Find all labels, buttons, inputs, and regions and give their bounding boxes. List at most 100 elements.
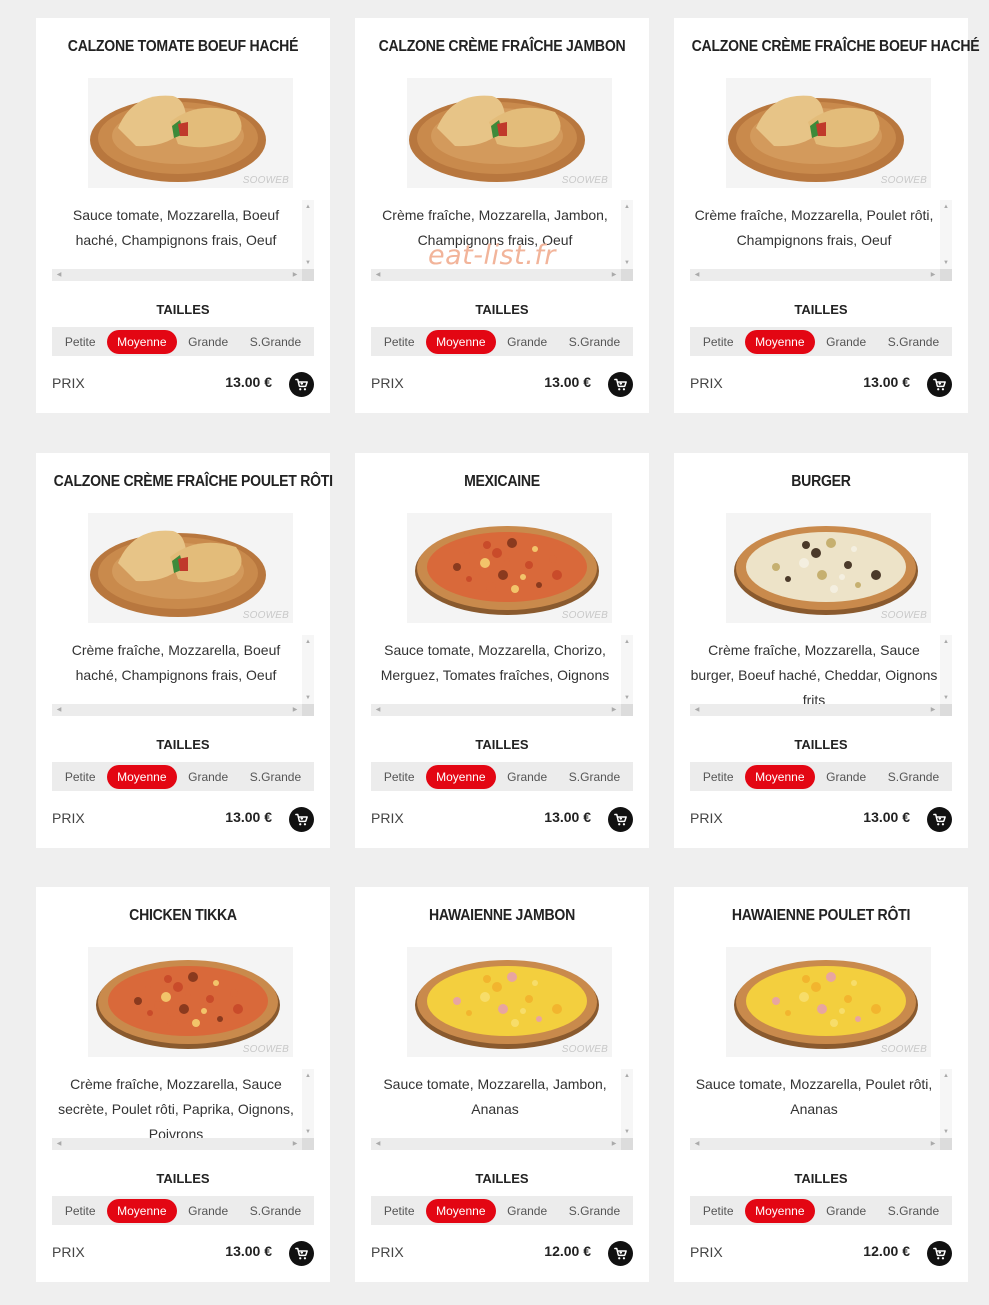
scroll-left-icon[interactable]: ◀ — [373, 704, 383, 716]
vertical-scrollbar[interactable]: ▲ ▼ — [621, 1069, 633, 1139]
scroll-right-icon[interactable]: ▶ — [609, 269, 619, 281]
scroll-down-icon[interactable]: ▼ — [621, 693, 633, 703]
size-option-moyenne[interactable]: Moyenne — [745, 1198, 815, 1223]
size-option-petite[interactable]: Petite — [55, 330, 106, 354]
scroll-down-icon[interactable]: ▼ — [940, 693, 952, 703]
size-option-grande[interactable]: Grande — [497, 765, 557, 789]
scroll-left-icon[interactable]: ◀ — [54, 704, 64, 716]
add-to-cart-button[interactable] — [608, 1241, 633, 1266]
scroll-down-icon[interactable]: ▼ — [621, 258, 633, 268]
scroll-left-icon[interactable]: ◀ — [373, 1138, 383, 1150]
vertical-scrollbar[interactable]: ▲ ▼ — [302, 635, 314, 705]
scroll-up-icon[interactable]: ▲ — [621, 1071, 633, 1081]
add-to-cart-button[interactable] — [608, 372, 633, 397]
vertical-scrollbar[interactable]: ▲ ▼ — [940, 635, 952, 705]
size-option-moyenne[interactable]: Moyenne — [426, 764, 496, 789]
description-box[interactable]: Crème fraîche, Mozzarella, Boeuf haché, … — [52, 635, 314, 717]
vertical-scrollbar[interactable]: ▲ ▼ — [302, 1069, 314, 1139]
size-option-moyenne[interactable]: Moyenne — [426, 1198, 496, 1223]
scroll-down-icon[interactable]: ▼ — [302, 1127, 314, 1137]
size-option-grande[interactable]: Grande — [816, 765, 876, 789]
size-option-petite[interactable]: Petite — [55, 765, 106, 789]
add-to-cart-button[interactable] — [927, 372, 952, 397]
scroll-left-icon[interactable]: ◀ — [692, 704, 702, 716]
add-to-cart-button[interactable] — [289, 807, 314, 832]
size-option-sgrande[interactable]: S.Grande — [559, 765, 630, 789]
scroll-up-icon[interactable]: ▲ — [621, 202, 633, 212]
scroll-up-icon[interactable]: ▲ — [940, 202, 952, 212]
add-to-cart-button[interactable] — [927, 1241, 952, 1266]
add-to-cart-button[interactable] — [608, 807, 633, 832]
size-option-petite[interactable]: Petite — [693, 1199, 744, 1223]
add-to-cart-button[interactable] — [289, 1241, 314, 1266]
size-option-moyenne[interactable]: Moyenne — [107, 1198, 177, 1223]
horizontal-scrollbar[interactable]: ◀ ▶ — [371, 1138, 621, 1150]
description-box[interactable]: Sauce tomate, Mozzarella, Boeuf haché, C… — [52, 200, 314, 282]
description-box[interactable]: Sauce tomate, Mozzarella, Chorizo, Mergu… — [371, 635, 633, 717]
size-option-petite[interactable]: Petite — [693, 765, 744, 789]
size-option-grande[interactable]: Grande — [178, 330, 238, 354]
size-option-petite[interactable]: Petite — [374, 765, 425, 789]
size-option-petite[interactable]: Petite — [374, 330, 425, 354]
scroll-up-icon[interactable]: ▲ — [302, 202, 314, 212]
size-option-sgrande[interactable]: S.Grande — [240, 765, 311, 789]
scroll-right-icon[interactable]: ▶ — [928, 269, 938, 281]
scroll-right-icon[interactable]: ▶ — [928, 704, 938, 716]
scroll-right-icon[interactable]: ▶ — [609, 1138, 619, 1150]
vertical-scrollbar[interactable]: ▲ ▼ — [940, 1069, 952, 1139]
scroll-up-icon[interactable]: ▲ — [302, 637, 314, 647]
scroll-down-icon[interactable]: ▼ — [302, 258, 314, 268]
size-option-moyenne[interactable]: Moyenne — [107, 764, 177, 789]
scroll-down-icon[interactable]: ▼ — [940, 1127, 952, 1137]
scroll-left-icon[interactable]: ◀ — [692, 1138, 702, 1150]
size-option-moyenne[interactable]: Moyenne — [745, 764, 815, 789]
vertical-scrollbar[interactable]: ▲ ▼ — [621, 635, 633, 705]
scroll-left-icon[interactable]: ◀ — [373, 269, 383, 281]
scroll-up-icon[interactable]: ▲ — [621, 637, 633, 647]
description-box[interactable]: Crème fraîche, Mozzarella, Sauce secrète… — [52, 1069, 314, 1151]
scroll-left-icon[interactable]: ◀ — [54, 269, 64, 281]
size-option-sgrande[interactable]: S.Grande — [240, 330, 311, 354]
size-option-grande[interactable]: Grande — [178, 765, 238, 789]
size-option-petite[interactable]: Petite — [693, 330, 744, 354]
size-option-moyenne[interactable]: Moyenne — [426, 329, 496, 354]
size-option-grande[interactable]: Grande — [497, 1199, 557, 1223]
description-box[interactable]: Crème fraîche, Mozzarella, Poulet rôti, … — [690, 200, 952, 282]
horizontal-scrollbar[interactable]: ◀ ▶ — [52, 1138, 302, 1150]
horizontal-scrollbar[interactable]: ◀ ▶ — [52, 704, 302, 716]
size-option-petite[interactable]: Petite — [55, 1199, 106, 1223]
size-option-moyenne[interactable]: Moyenne — [745, 329, 815, 354]
size-option-sgrande[interactable]: S.Grande — [559, 330, 630, 354]
vertical-scrollbar[interactable]: ▲ ▼ — [302, 200, 314, 270]
scroll-right-icon[interactable]: ▶ — [290, 269, 300, 281]
vertical-scrollbar[interactable]: ▲ ▼ — [940, 200, 952, 270]
scroll-up-icon[interactable]: ▲ — [940, 637, 952, 647]
scroll-down-icon[interactable]: ▼ — [940, 258, 952, 268]
vertical-scrollbar[interactable]: ▲ ▼ — [621, 200, 633, 270]
size-option-sgrande[interactable]: S.Grande — [240, 1199, 311, 1223]
scroll-right-icon[interactable]: ▶ — [609, 704, 619, 716]
size-option-grande[interactable]: Grande — [816, 1199, 876, 1223]
scroll-down-icon[interactable]: ▼ — [302, 693, 314, 703]
scroll-right-icon[interactable]: ▶ — [290, 704, 300, 716]
size-option-sgrande[interactable]: S.Grande — [878, 1199, 949, 1223]
size-option-sgrande[interactable]: S.Grande — [559, 1199, 630, 1223]
size-option-grande[interactable]: Grande — [497, 330, 557, 354]
horizontal-scrollbar[interactable]: ◀ ▶ — [52, 269, 302, 281]
size-option-grande[interactable]: Grande — [816, 330, 876, 354]
add-to-cart-button[interactable] — [289, 372, 314, 397]
horizontal-scrollbar[interactable]: ◀ ▶ — [690, 269, 940, 281]
add-to-cart-button[interactable] — [927, 807, 952, 832]
horizontal-scrollbar[interactable]: ◀ ▶ — [371, 704, 621, 716]
scroll-right-icon[interactable]: ▶ — [290, 1138, 300, 1150]
size-option-sgrande[interactable]: S.Grande — [878, 765, 949, 789]
scroll-left-icon[interactable]: ◀ — [54, 1138, 64, 1150]
scroll-up-icon[interactable]: ▲ — [940, 1071, 952, 1081]
description-box[interactable]: Sauce tomate, Mozzarella, Poulet rôti, A… — [690, 1069, 952, 1151]
scroll-down-icon[interactable]: ▼ — [621, 1127, 633, 1137]
scroll-up-icon[interactable]: ▲ — [302, 1071, 314, 1081]
size-option-sgrande[interactable]: S.Grande — [878, 330, 949, 354]
size-option-petite[interactable]: Petite — [374, 1199, 425, 1223]
horizontal-scrollbar[interactable]: ◀ ▶ — [690, 704, 940, 716]
scroll-left-icon[interactable]: ◀ — [692, 269, 702, 281]
